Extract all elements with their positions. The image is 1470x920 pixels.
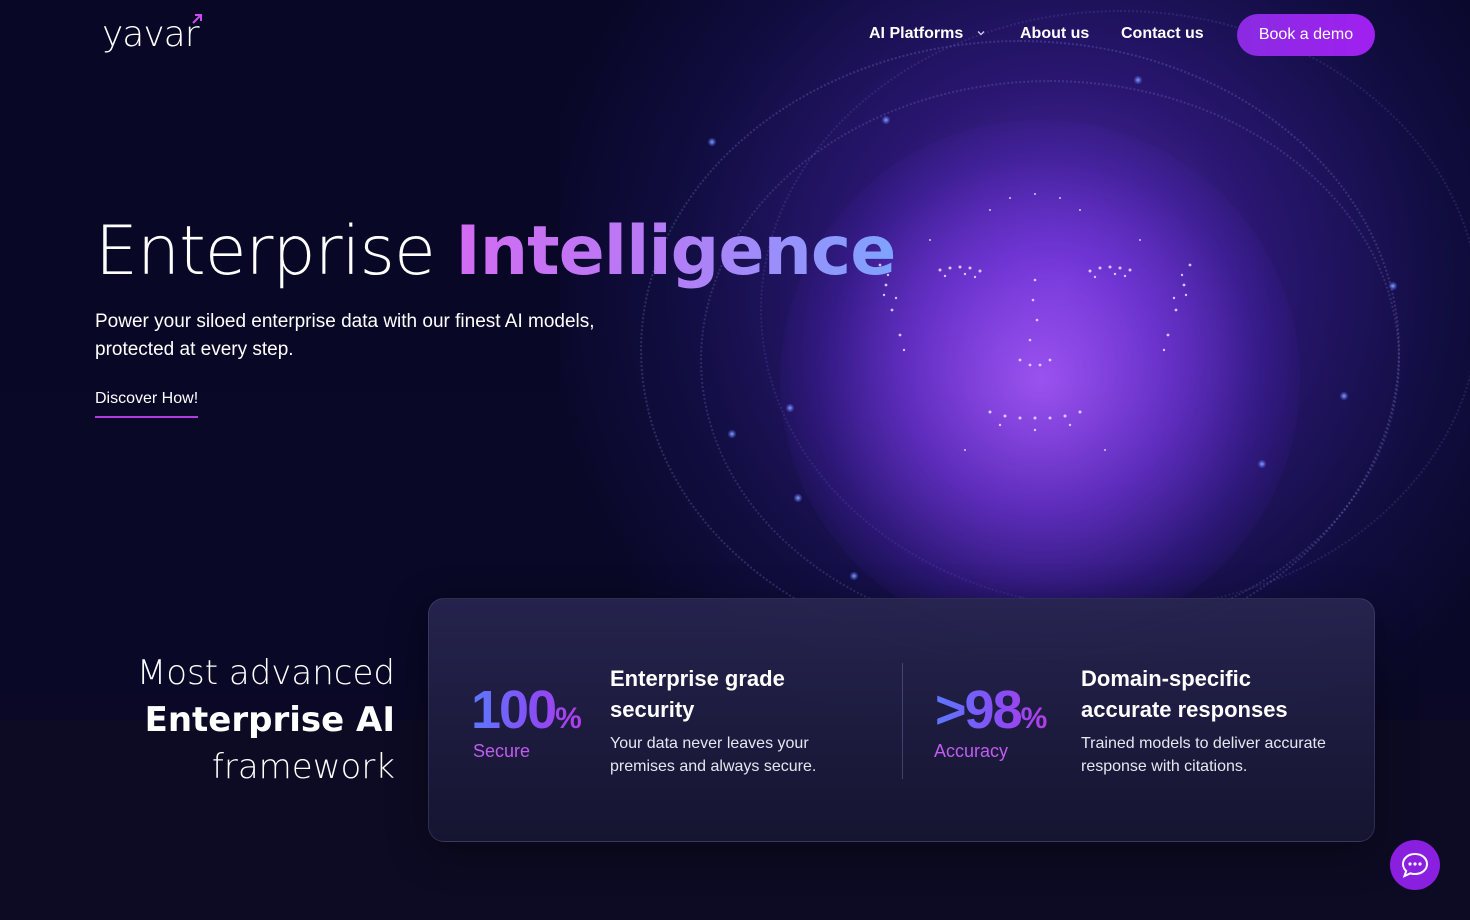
stat-title-security: Enterprise grade security xyxy=(610,666,785,722)
top-navigation: yavar AI Platforms About us Contact us B… xyxy=(0,0,1470,70)
stat-value-accuracy: >98% xyxy=(935,679,1047,741)
stat-value-unit: % xyxy=(555,702,582,735)
page: yavar AI Platforms About us Contact us B… xyxy=(0,0,1470,920)
chevron-down-icon[interactable] xyxy=(976,28,986,38)
hero-title-accent: Intelligence xyxy=(455,212,896,291)
hero-title-light: Enterprise xyxy=(95,212,436,291)
sparkle xyxy=(794,494,802,502)
stat-value-number: >98 xyxy=(935,680,1021,740)
sparkle xyxy=(1258,460,1266,468)
book-demo-button[interactable]: Book a demo xyxy=(1237,14,1375,56)
sparkle xyxy=(1389,282,1397,290)
discover-how-link[interactable]: Discover How! xyxy=(95,390,199,418)
stats-card: 100% Secure Enterprise grade security Yo… xyxy=(428,598,1375,842)
chat-button[interactable] xyxy=(1390,840,1440,890)
sparkle xyxy=(728,430,736,438)
stat-title-domain-specific: Domain-specific accurate responses xyxy=(1081,666,1288,722)
sparkle xyxy=(1340,392,1348,400)
stat-label-secure: Secure xyxy=(473,741,531,761)
framework-heading: Most advanced Enterprise AI framework xyxy=(120,650,395,791)
framework-line-3: framework xyxy=(211,747,395,787)
stat-value-number: 100 xyxy=(471,680,556,740)
particle-face-illustration xyxy=(878,193,1192,451)
stat-value-unit: % xyxy=(1020,702,1048,735)
sparkle xyxy=(882,116,890,124)
framework-line-2: Enterprise AI xyxy=(144,700,395,740)
framework-line-1: Most advanced xyxy=(136,653,395,693)
yavar-logo[interactable]: yavar xyxy=(102,14,200,55)
stats-divider xyxy=(902,663,903,779)
nav-item-ai-platforms[interactable]: AI Platforms xyxy=(869,25,963,43)
hero-title: Enterprise Intelligence xyxy=(95,212,896,291)
logo-arrow-icon xyxy=(192,14,202,24)
stat-value-secure: 100% xyxy=(471,679,582,741)
nav-item-about-us[interactable]: About us xyxy=(1020,25,1089,43)
sparkle xyxy=(786,404,794,412)
sparkle xyxy=(1134,76,1142,84)
nav-item-contact-us[interactable]: Contact us xyxy=(1121,25,1204,43)
sparkle xyxy=(850,572,858,580)
stat-description-security: Your data never leaves your premises and… xyxy=(610,735,817,775)
stat-label-accuracy: Accuracy xyxy=(934,741,1009,761)
chat-bubble-icon xyxy=(1401,852,1429,878)
stat-description-domain-specific: Trained models to deliver accurate respo… xyxy=(1081,735,1326,775)
sparkle xyxy=(708,138,716,146)
hero-subtitle: Power your siloed enterprise data with o… xyxy=(95,311,595,360)
